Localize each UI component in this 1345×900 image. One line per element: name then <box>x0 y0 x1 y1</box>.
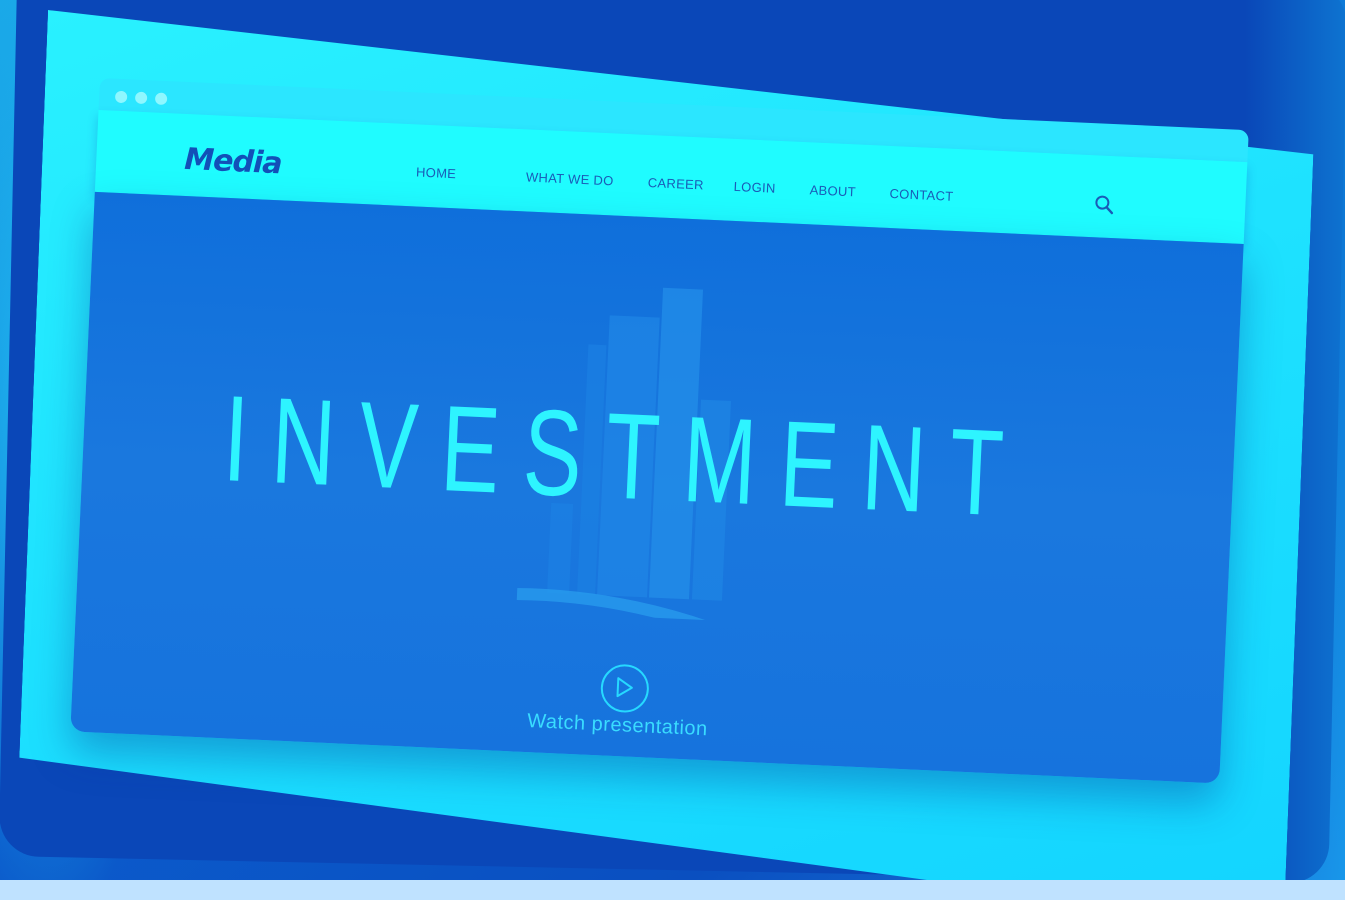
play-button[interactable] <box>599 663 650 714</box>
browser-window: Media HOME WHAT WE DO CAREER LOGIN ABOUT… <box>70 78 1249 789</box>
bottom-edge <box>0 880 1345 900</box>
watch-presentation-link[interactable]: Watch presentation <box>527 710 708 741</box>
nav-item-career[interactable]: CAREER <box>647 175 704 193</box>
site-logo[interactable]: Media <box>184 142 283 181</box>
search-icon[interactable] <box>1093 193 1116 216</box>
screenshot-scene: Media HOME WHAT WE DO CAREER LOGIN ABOUT… <box>0 0 1345 900</box>
window-dot-2[interactable] <box>134 91 148 105</box>
hero-section: INVESTMENT Watch presentation <box>70 191 1244 784</box>
nav-item-login[interactable]: LOGIN <box>733 179 776 196</box>
nav-item-about[interactable]: ABOUT <box>809 182 856 199</box>
hero-title: INVESTMENT <box>220 370 1030 543</box>
nav-item-what-we-do[interactable]: WHAT WE DO <box>526 169 614 188</box>
window-dot-1[interactable] <box>114 90 128 104</box>
play-icon <box>616 677 633 698</box>
nav-item-contact[interactable]: CONTACT <box>889 186 954 204</box>
window-dot-3[interactable] <box>154 92 168 106</box>
nav-item-home[interactable]: HOME <box>416 164 457 181</box>
